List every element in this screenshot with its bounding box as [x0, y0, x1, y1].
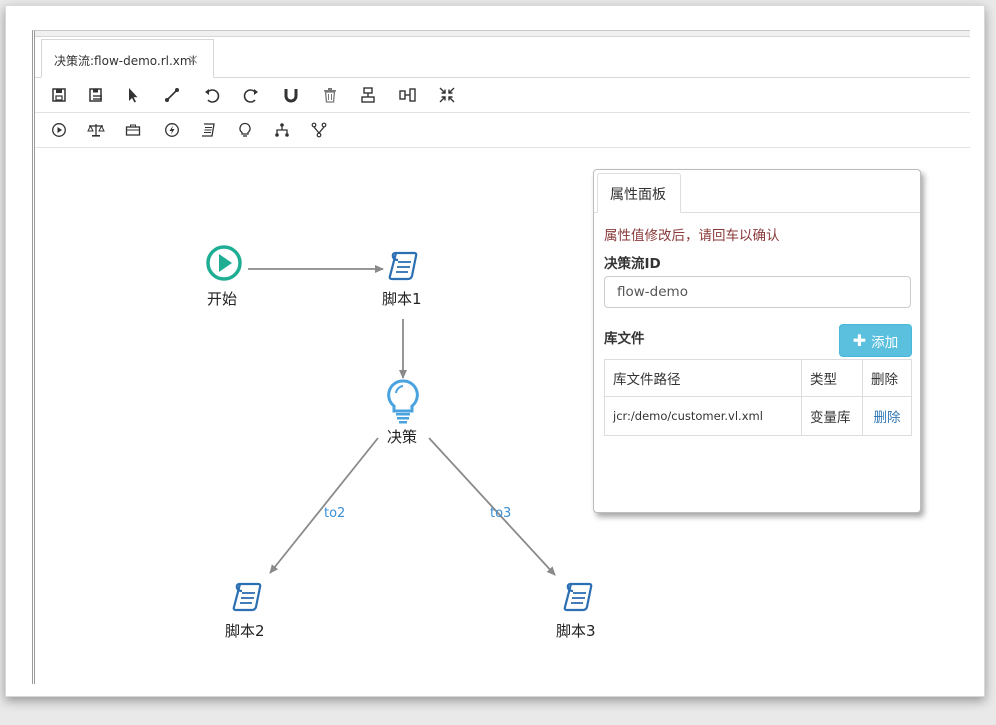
add-button-label: 添加	[871, 334, 899, 351]
edit-hint: 属性值修改后，请回车以确认	[604, 228, 780, 244]
node-label-script3: 脚本3	[556, 622, 596, 640]
node-label-start: 开始	[207, 290, 238, 308]
script3-icon[interactable]	[563, 582, 593, 612]
table-header-row: 库文件路径 类型 删除	[604, 359, 912, 397]
property-panel: 属性面板 属性值修改后，请回车以确认 决策流ID 库文件 ✚ 添加 库文件路径 …	[593, 169, 921, 513]
edge-label-to3[interactable]: to3	[490, 506, 511, 521]
header-type: 类型	[801, 359, 863, 397]
node-label-decision: 决策	[387, 428, 418, 446]
start-node-icon[interactable]	[206, 245, 242, 281]
table-row: jcr:/demo/customer.vl.xml 变量库 删除	[604, 396, 912, 436]
node-label-script2: 脚本2	[225, 622, 265, 640]
header-action: 删除	[862, 359, 912, 397]
script2-icon[interactable]	[232, 582, 262, 612]
window-frame: 决策流:flow-demo.rl.xml × 开始 脚本1 决策 脚本2 脚本3…	[5, 5, 985, 697]
delete-library-link[interactable]: 删除	[874, 410, 901, 426]
header-path: 库文件路径	[604, 359, 802, 397]
decision-bulb-node-icon[interactable]	[387, 379, 419, 424]
library-path-cell: jcr:/demo/customer.vl.xml	[604, 396, 802, 436]
library-table: 库文件路径 类型 删除 jcr:/demo/customer.vl.xml 变量…	[604, 359, 912, 436]
edge-label-to2[interactable]: to2	[324, 506, 345, 521]
library-files-label: 库文件	[604, 331, 645, 347]
flow-id-label: 决策流ID	[604, 256, 661, 272]
library-type-cell: 变量库	[801, 396, 863, 436]
node-label-script1: 脚本1	[382, 290, 422, 308]
plus-icon: ✚	[852, 331, 867, 350]
tab-properties[interactable]: 属性面板	[597, 173, 681, 213]
panel-tab-bar: 属性面板	[594, 170, 920, 213]
flow-id-input[interactable]	[604, 276, 911, 308]
script1-icon[interactable]	[388, 251, 418, 281]
add-library-button[interactable]: ✚ 添加	[839, 324, 912, 357]
